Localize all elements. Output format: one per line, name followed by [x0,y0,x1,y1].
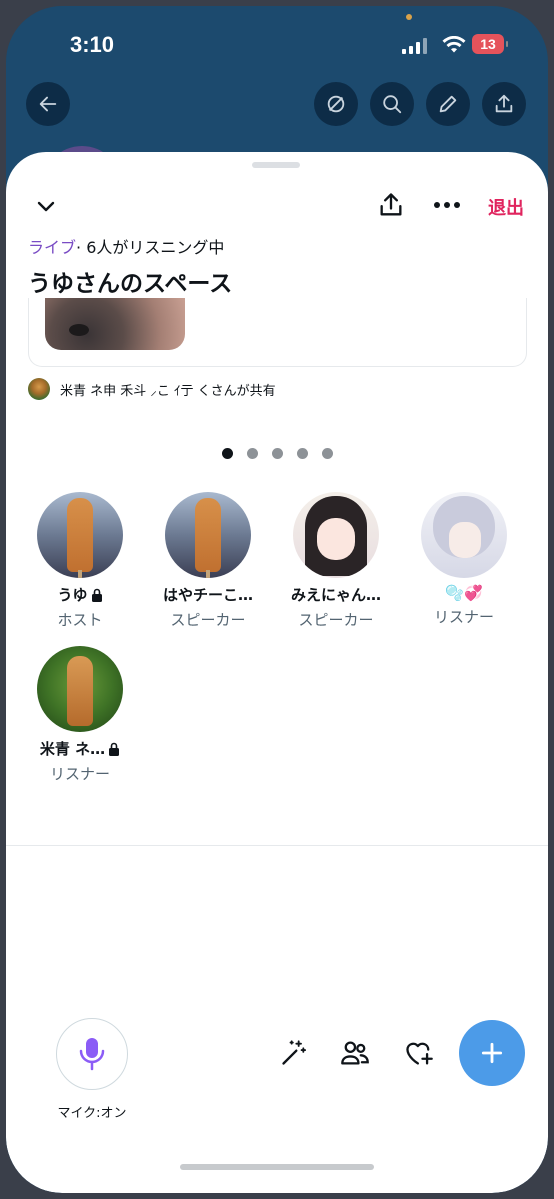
status-bar: 3:10 13 [6,6,548,86]
react-button[interactable] [402,1036,436,1070]
participant-name: はやチーこ… [144,584,272,605]
spaces-sheet: 退出 ライブ· 6人がリスニング中 うゆさんのスペース 米青 ネ申 禾斗 ⸝こ … [6,152,548,1193]
listener-count: · 6人がリスニング中 [76,238,225,257]
page-dot [297,448,308,459]
participant-name: 🫧💞 [400,584,528,602]
participant-speaker[interactable]: はやチーこ… スピーカー [144,492,272,630]
people-button[interactable] [338,1036,372,1070]
search-icon [383,95,402,114]
no-topic-icon [327,95,345,113]
sharer-avatar [28,378,50,400]
avatar [421,492,507,578]
participant-listener[interactable]: 🫧💞 リスナー [400,492,528,627]
effects-button[interactable] [277,1036,311,1070]
minimize-button[interactable] [30,190,62,222]
live-label: ライブ [28,238,77,257]
shared-post-card[interactable] [28,298,527,367]
participant-name-text: みえにゃん… [290,586,381,604]
lock-icon [109,742,120,756]
lock-icon [91,588,102,602]
mic-status-label: マイク:オン [57,1106,127,1121]
space-app-bar [6,80,548,140]
page-dot [247,448,258,459]
participant-role: スピーカー [298,611,374,629]
wifi-icon [442,35,466,58]
participant-listener[interactable]: 米青 ネ… リスナー [16,646,144,784]
participant-role: スピーカー [170,611,246,629]
participant-role: リスナー [49,765,110,783]
status-time: 3:10 [70,32,115,57]
sheet-header: 退出 [6,188,548,228]
home-indicator[interactable] [180,1164,374,1170]
page-dot [322,448,333,459]
space-title: うゆさんのスペース [28,271,233,297]
more-horizontal-icon [434,202,460,208]
share-space-button[interactable] [374,188,408,222]
shared-by-row: 米青 ネ申 禾斗 ⸝こ ｲ亍 くさんが共有 [28,378,276,400]
back-button[interactable] [26,82,70,126]
avatar [37,492,123,578]
share-icon [380,193,402,216]
arrow-left-icon [39,96,57,112]
pencil-icon [439,95,457,113]
page-dot [272,448,283,459]
more-options-button[interactable] [430,188,464,222]
participant-name-text: はやチーこ… [162,586,253,604]
sheet-grabber[interactable] [252,162,300,168]
heart-plus-icon [406,1042,433,1065]
participant-host[interactable]: うゆ ホスト [16,492,144,630]
participant-name-text: 🫧💞 [445,584,483,602]
battery-indicator: 13 [472,34,508,54]
avatar [37,646,123,732]
avatar [293,492,379,578]
share-button-bg[interactable] [482,82,526,126]
share-icon [495,94,513,113]
live-status: ライブ· 6人がリスニング中 [28,234,224,258]
magic-wand-icon [282,1040,307,1065]
shared-post-thumbnail [45,298,185,350]
people-icon [341,1041,369,1065]
search-button[interactable] [370,82,414,126]
chevron-down-icon [37,201,55,212]
leave-button[interactable]: 退出 [488,194,524,220]
participant-name-text: うゆ [57,586,88,604]
microphone-icon [79,1038,105,1071]
phone-screen: 3:10 13 退出 ライブ· 6人がリスニング中 うゆさんのスペース 米青 ネ… [6,6,548,1193]
participant-role: リスナー [433,608,494,626]
participant-name: うゆ [16,584,144,605]
participant-name-text: 米青 ネ… [39,740,106,758]
signal-icon [402,38,430,58]
participant-speaker[interactable]: みえにゃん… スピーカー [272,492,400,630]
participant-name: みえにゃん… [272,584,400,605]
mute-topic-button[interactable] [314,82,358,126]
shared-by-text: 米青 ネ申 禾斗 ⸝こ ｲ亍 くさんが共有 [60,383,276,399]
section-divider [6,845,548,846]
page-indicator [222,448,333,459]
add-button[interactable] [459,1020,525,1086]
edit-button[interactable] [426,82,470,126]
participant-name: 米青 ネ… [16,738,144,759]
plus-icon [481,1042,503,1064]
participant-role: ホスト [57,611,103,629]
mic-toggle-button[interactable] [56,1018,128,1090]
avatar [165,492,251,578]
page-dot [222,448,233,459]
